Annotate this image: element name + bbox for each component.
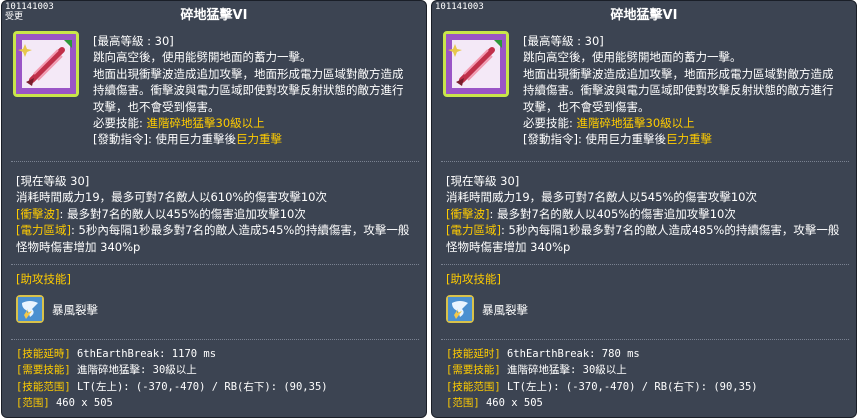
divider	[11, 264, 419, 265]
meta-delay-label: [技能延時]	[16, 348, 71, 360]
current-level-header: [現在等級 30]	[446, 174, 520, 188]
shockwave-line: [衝擊波]: 最多對7名的敵人以455%的傷害追加攻擊10次	[16, 206, 420, 222]
assist-skill-header: [助攻技能]	[16, 271, 420, 287]
skill-tooltip-right: 101141003 碎地猛擊VI [最高等級 : 30] 跳向高空後，使用能劈開…	[431, 0, 857, 418]
required-skill: 必要技能: 進階碎地猛擊30級以上	[93, 115, 419, 131]
zone-line: [電力區域]: 5秒內每隔1秒最多對7名的敵人造成485%的持續傷害，攻擊一般	[446, 222, 850, 238]
required-skill-value: 進階碎地猛擊30級以上	[146, 116, 265, 131]
skill-title: 碎地猛擊VI	[610, 8, 678, 23]
meta-delay-value: 6thEarthBreak: 780 ms	[500, 348, 640, 360]
meta-delay: [技能延时] 6thEarthBreak: 780 ms	[446, 346, 850, 362]
meta-range: [技能范围] LT(左上): (-370,-470) / RB(右下): (90…	[446, 379, 850, 395]
meta-required: [需要技能] 進階碎地猛擊: 30級以上	[446, 362, 850, 378]
meta-required-value: 進階碎地猛擊: 30級以上	[70, 364, 197, 377]
meta-section: [技能延時] 6thEarthBreak: 1170 ms [需要技能] 進階碎…	[16, 346, 420, 412]
meta-required-value: 進階碎地猛擊: 30級以上	[500, 364, 627, 377]
description-line-1: 跳向高空後，使用能劈開地面的蓄力一擊。	[523, 50, 742, 65]
description-line-3: 持續傷害。衝擊波與電力區域即使對攻擊反射狀態的敵方進行	[93, 83, 404, 98]
meta-area-label: [范围]	[446, 397, 480, 410]
storm-strike-icon	[16, 295, 44, 323]
meta-range: [技能范围] LT(左上): (-370,-470) / RB(右下): (90…	[16, 379, 420, 395]
shockwave-text: : 最多對7名的敵人以405%的傷害追加攻擊10次	[489, 206, 736, 221]
current-level-section: [現在等級 30] 消耗時間威力19，最多可對7名敵人以610%的傷害攻擊10次…	[16, 173, 420, 255]
command-label: [發動指令]: 使用巨力重擊後	[523, 132, 667, 147]
zone-label: [電力區域]	[446, 223, 501, 238]
meta-area-value: 460 x 505	[49, 397, 113, 410]
required-skill-label: 必要技能:	[523, 116, 577, 131]
meta-delay: [技能延時] 6thEarthBreak: 1170 ms	[16, 346, 420, 362]
current-level-header: [現在等級 30]	[16, 174, 90, 188]
assist-skill-name: 暴風裂擊	[482, 303, 528, 317]
divider	[441, 161, 849, 162]
meta-area-label: [范围]	[16, 397, 50, 410]
required-skill: 必要技能: 進階碎地猛擊30級以上	[523, 115, 849, 131]
shockwave-line: [衝擊波]: 最多對7名的敵人以405%的傷害追加攻擊10次	[446, 206, 850, 222]
assist-header: [助攻技能]	[16, 272, 71, 286]
description-line-4: 攻擊，也不會受到傷害。	[523, 99, 650, 114]
current-effect: 消耗時間威力19，最多可對7名敵人以610%的傷害攻擊10次	[16, 190, 327, 205]
max-level: [最高等級 : 30]	[93, 34, 174, 48]
meta-required-label: [需要技能]	[446, 364, 501, 377]
meta-area-value: 460 x 505	[479, 397, 543, 410]
skill-title: 碎地猛擊VI	[180, 8, 248, 23]
zone-text: : 5秒內每隔1秒最多對7名的敵人造成485%的持續傷害，攻擊一般	[500, 223, 840, 238]
divider	[441, 264, 849, 265]
current-level-section: [現在等級 30] 消耗時間威力19，最多可對7名敵人以545%的傷害攻擊10次…	[446, 173, 850, 255]
zone-line-2: 怪物時傷害增加 340%p	[16, 239, 141, 254]
description-line-2: 地面出現衝擊波造成追加攻擊，地面形成電力區域對敵方造成	[93, 66, 404, 81]
meta-range-value: LT(左上): (-370,-470) / RB(右下): (90,35)	[70, 380, 328, 393]
zone-label: [電力區域]	[16, 223, 71, 238]
storm-strike-icon	[446, 295, 474, 323]
command-value: 巨力重擊	[236, 132, 283, 147]
shockwave-label: [衝擊波]	[446, 206, 490, 221]
meta-section: [技能延时] 6thEarthBreak: 780 ms [需要技能] 進階碎地…	[446, 346, 850, 412]
skill-description: [最高等級 : 30] 跳向高空後，使用能劈開地面的蓄力一擊。 地面出現衝擊波造…	[523, 33, 849, 148]
meta-required-label: [需要技能]	[16, 364, 71, 377]
description-line-1: 跳向高空後，使用能劈開地面的蓄力一擊。	[93, 50, 312, 65]
divider	[11, 339, 419, 340]
divider	[11, 161, 419, 162]
assist-skill-name: 暴風裂擊	[52, 303, 98, 317]
description-line-3: 持續傷害。衝擊波與電力區域即使對攻擊反射狀態的敵方進行	[523, 83, 834, 98]
required-skill-label: 必要技能:	[93, 116, 147, 131]
assist-skill-header: [助攻技能]	[446, 271, 850, 287]
meta-delay-label: [技能延时]	[446, 348, 501, 360]
meta-range-value: LT(左上): (-370,-470) / RB(右下): (90,35)	[500, 380, 758, 393]
skill-icon	[443, 31, 509, 97]
command: [發動指令]: 使用巨力重擊後巨力重擊	[93, 131, 419, 147]
meta-range-label: [技能范围]	[446, 380, 501, 393]
description-line-4: 攻擊，也不會受到傷害。	[93, 99, 220, 114]
max-level: [最高等級 : 30]	[523, 34, 604, 48]
meta-delay-value: 6thEarthBreak: 1170 ms	[70, 348, 217, 360]
zone-line: [電力區域]: 5秒內每隔1秒最多對7名的敵人造成545%的持續傷害，攻擊一般	[16, 222, 420, 238]
skill-tooltip-left: 101141003 受更 碎地猛擊VI [最高等級 : 30] 跳向高空後，使用…	[1, 0, 427, 418]
meta-required: [需要技能] 進階碎地猛擊: 30級以上	[16, 362, 420, 378]
skill-icon	[13, 31, 79, 97]
shockwave-text: : 最多對7名的敵人以455%的傷害追加攻擊10次	[59, 206, 306, 221]
current-effect: 消耗時間威力19，最多可對7名敵人以545%的傷害攻擊10次	[446, 190, 757, 205]
assist-header: [助攻技能]	[446, 272, 501, 286]
skill-description: [最高等級 : 30] 跳向高空後，使用能劈開地面的蓄力一擊。 地面出現衝擊波造…	[93, 33, 419, 148]
description-line-2: 地面出現衝擊波造成追加攻擊，地面形成電力區域對敵方造成	[523, 66, 834, 81]
shockwave-label: [衝擊波]	[16, 206, 60, 221]
command: [發動指令]: 使用巨力重擊後巨力重擊	[523, 131, 849, 147]
zone-line-2: 怪物時傷害增加 340%p	[446, 239, 571, 254]
meta-area: [范围] 460 x 505	[16, 395, 420, 411]
divider	[441, 339, 849, 340]
meta-area: [范围] 460 x 505	[446, 395, 850, 411]
command-label: [發動指令]: 使用巨力重擊後	[93, 132, 237, 147]
zone-text: : 5秒內每隔1秒最多對7名的敵人造成545%的持續傷害，攻擊一般	[70, 223, 410, 238]
command-value: 巨力重擊	[666, 132, 713, 147]
meta-range-label: [技能范围]	[16, 380, 71, 393]
required-skill-value: 進階碎地猛擊30級以上	[576, 116, 695, 131]
